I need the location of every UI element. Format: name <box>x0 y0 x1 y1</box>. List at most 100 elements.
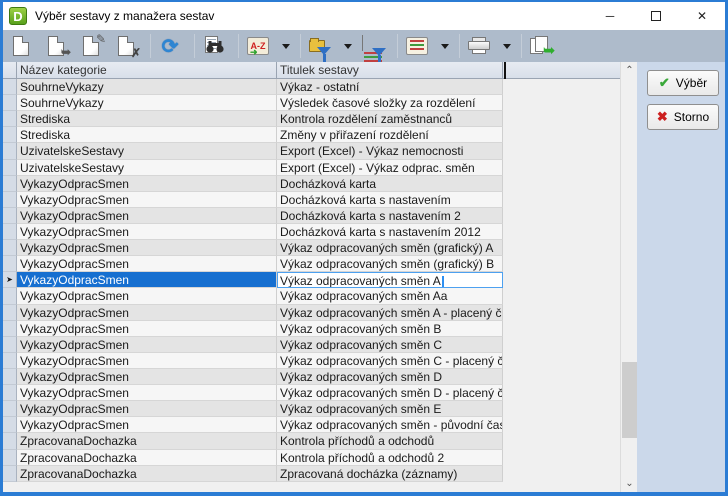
category-cell[interactable]: VykazyOdpracSmen <box>17 176 277 192</box>
category-cell[interactable]: VykazyOdpracSmen <box>17 401 277 417</box>
title-cell[interactable]: Docházková karta s nastavením <box>277 192 503 208</box>
title-cell[interactable]: Výkaz odpracovaných směn C <box>277 337 503 353</box>
table-row[interactable]: VykazyOdpracSmenDocházková karta s nasta… <box>3 224 620 240</box>
category-cell[interactable]: VykazyOdpracSmen <box>17 192 277 208</box>
title-cell[interactable]: Výkaz odpracovaných směn E <box>277 401 503 417</box>
table-row[interactable]: VykazyOdpracSmenVýkaz odpracovaných směn… <box>3 305 620 321</box>
table-row[interactable]: VykazyOdpracSmenVýkaz odpracovaných směn… <box>3 353 620 369</box>
category-cell[interactable]: UzivatelskeSestavy <box>17 160 277 176</box>
title-cell[interactable]: Kontrola příchodů a odchodů 2 <box>277 450 503 466</box>
title-cell[interactable]: Výkaz - ostatní <box>277 79 503 95</box>
category-cell[interactable]: ZpracovanaDochazka <box>17 466 277 482</box>
title-cell[interactable]: Výkaz odpracovaných směn (grafický) B <box>277 256 503 272</box>
refresh-button[interactable]: ⟳ <box>157 33 183 59</box>
table-row[interactable]: ZpracovanaDochazkaZpracovaná docházka (z… <box>3 466 620 482</box>
title-cell[interactable]: Výkaz odpracovaných směn A <box>277 272 503 288</box>
title-cell[interactable]: Výkaz odpracovaných směn Aa <box>277 288 503 304</box>
category-cell[interactable]: ZpracovanaDochazka <box>17 450 277 466</box>
table-row[interactable]: ➤VykazyOdpracSmenVýkaz odpracovaných smě… <box>3 272 620 288</box>
columns-button[interactable] <box>404 33 430 59</box>
sort-az-button[interactable]: A-Z➜ <box>245 33 271 59</box>
title-cell[interactable]: Výkaz odpracovaných směn (grafický) A <box>277 240 503 256</box>
title-cell[interactable]: Výkaz odpracovaných směn D - placený čas <box>277 385 503 401</box>
table-row[interactable]: VykazyOdpracSmenDocházková karta <box>3 176 620 192</box>
category-cell[interactable]: VykazyOdpracSmen <box>17 224 277 240</box>
close-button[interactable]: ✕ <box>679 2 725 30</box>
category-cell[interactable]: Strediska <box>17 111 277 127</box>
table-row[interactable]: VykazyOdpracSmenVýkaz odpracovaných směn… <box>3 240 620 256</box>
edit-document-button[interactable]: ✎ <box>78 33 104 59</box>
table-row[interactable]: VykazyOdpracSmenVýkaz odpracovaných směn… <box>3 337 620 353</box>
columns-dropdown-button[interactable] <box>439 33 451 59</box>
table-row[interactable]: VykazyOdpracSmenDocházková karta s nasta… <box>3 208 620 224</box>
title-cell[interactable]: Změny v přiřazení rozdělení <box>277 127 503 143</box>
category-cell[interactable]: VykazyOdpracSmen <box>17 337 277 353</box>
title-cell[interactable]: Výsledek časové složky za rozdělení <box>277 95 503 111</box>
table-row[interactable]: UzivatelskeSestavyExport (Excel) - Výkaz… <box>3 160 620 176</box>
export-button[interactable]: ➥ <box>528 33 554 59</box>
maximize-button[interactable] <box>633 2 679 30</box>
category-cell[interactable]: VykazyOdpracSmen <box>17 305 277 321</box>
category-cell[interactable]: VykazyOdpracSmen <box>17 256 277 272</box>
title-cell[interactable]: Zpracovaná docházka (záznamy) <box>277 466 503 482</box>
table-row[interactable]: VykazyOdpracSmenDocházková karta s nasta… <box>3 192 620 208</box>
table-row[interactable]: ZpracovanaDochazkaKontrola příchodů a od… <box>3 433 620 449</box>
filter-list-button[interactable] <box>360 33 386 59</box>
table-row[interactable]: StrediskaKontrola rozdělení zaměstnanců <box>3 111 620 127</box>
table-row[interactable]: VykazyOdpracSmenVýkaz odpracovaných směn… <box>3 401 620 417</box>
column-header-title[interactable]: Titulek sestavy <box>277 62 503 78</box>
scroll-down-arrow-icon[interactable]: ⌄ <box>621 475 638 492</box>
table-row[interactable]: ZpracovanaDochazkaKontrola příchodů a od… <box>3 450 620 466</box>
table-row[interactable]: VykazyOdpracSmenVýkaz odpracovaných směn… <box>3 288 620 304</box>
title-cell[interactable]: Docházková karta s nastavením 2 <box>277 208 503 224</box>
category-cell[interactable]: SouhrneVykazy <box>17 95 277 111</box>
select-button[interactable]: ✔ Výběr <box>647 70 719 96</box>
category-cell[interactable]: SouhrneVykazy <box>17 79 277 95</box>
vertical-scrollbar[interactable]: ⌃ ⌄ <box>620 62 637 492</box>
new-document-button[interactable] <box>8 33 34 59</box>
scrollbar-thumb[interactable] <box>622 362 637 438</box>
filter-button[interactable] <box>307 33 333 59</box>
table-row[interactable]: UzivatelskeSestavyExport (Excel) - Výkaz… <box>3 143 620 159</box>
category-cell[interactable]: VykazyOdpracSmen <box>17 353 277 369</box>
category-cell[interactable]: VykazyOdpracSmen <box>17 369 277 385</box>
scroll-up-arrow-icon[interactable]: ⌃ <box>621 62 638 79</box>
category-cell[interactable]: UzivatelskeSestavy <box>17 143 277 159</box>
category-cell[interactable]: Strediska <box>17 127 277 143</box>
category-cell[interactable]: VykazyOdpracSmen <box>17 417 277 433</box>
delete-document-button[interactable]: ✗ <box>113 33 139 59</box>
title-cell[interactable]: Výkaz odpracovaných směn A - placený čas <box>277 305 503 321</box>
table-row[interactable]: VykazyOdpracSmenVýkaz odpracovaných směn… <box>3 256 620 272</box>
title-cell[interactable]: Výkaz odpracovaných směn - původní časy <box>277 417 503 433</box>
title-cell[interactable]: Docházková karta s nastavením 2012 <box>277 224 503 240</box>
category-cell[interactable]: VykazyOdpracSmen <box>17 208 277 224</box>
category-cell[interactable]: VykazyOdpracSmen <box>17 385 277 401</box>
filter-dropdown-button[interactable] <box>342 33 354 59</box>
column-header-category[interactable]: Název kategorie <box>17 62 277 78</box>
title-cell[interactable]: Výkaz odpracovaných směn C - placený čas <box>277 353 503 369</box>
table-row[interactable]: StrediskaZměny v přiřazení rozdělení <box>3 127 620 143</box>
title-cell[interactable]: Export (Excel) - Výkaz nemocnosti <box>277 143 503 159</box>
table-row[interactable]: VykazyOdpracSmenVýkaz odpracovaných směn… <box>3 385 620 401</box>
search-button[interactable] <box>201 33 227 59</box>
print-dropdown-button[interactable] <box>501 33 513 59</box>
table-row[interactable]: SouhrneVykazyVýkaz - ostatní <box>3 79 620 95</box>
print-button[interactable] <box>466 33 492 59</box>
table-row[interactable]: VykazyOdpracSmenVýkaz odpracovaných směn… <box>3 369 620 385</box>
title-cell[interactable]: Export (Excel) - Výkaz odprac. směn <box>277 160 503 176</box>
minimize-button[interactable]: ─ <box>587 2 633 30</box>
title-cell[interactable]: Výkaz odpracovaných směn D <box>277 369 503 385</box>
cancel-button[interactable]: ✖ Storno <box>647 104 719 130</box>
table-row[interactable]: VykazyOdpracSmenVýkaz odpracovaných směn… <box>3 417 620 433</box>
title-cell[interactable]: Výkaz odpracovaných směn B <box>277 321 503 337</box>
category-cell[interactable]: VykazyOdpracSmen <box>17 272 277 288</box>
category-cell[interactable]: VykazyOdpracSmen <box>17 288 277 304</box>
table-row[interactable]: VykazyOdpracSmenVýkaz odpracovaných směn… <box>3 321 620 337</box>
category-cell[interactable]: ZpracovanaDochazka <box>17 433 277 449</box>
category-cell[interactable]: VykazyOdpracSmen <box>17 240 277 256</box>
table-row[interactable]: SouhrneVykazyVýsledek časové složky za r… <box>3 95 620 111</box>
sort-dropdown-button[interactable] <box>280 33 292 59</box>
title-cell[interactable]: Kontrola příchodů a odchodů <box>277 433 503 449</box>
open-document-button[interactable]: ➥ <box>43 33 69 59</box>
title-cell[interactable]: Kontrola rozdělení zaměstnanců <box>277 111 503 127</box>
